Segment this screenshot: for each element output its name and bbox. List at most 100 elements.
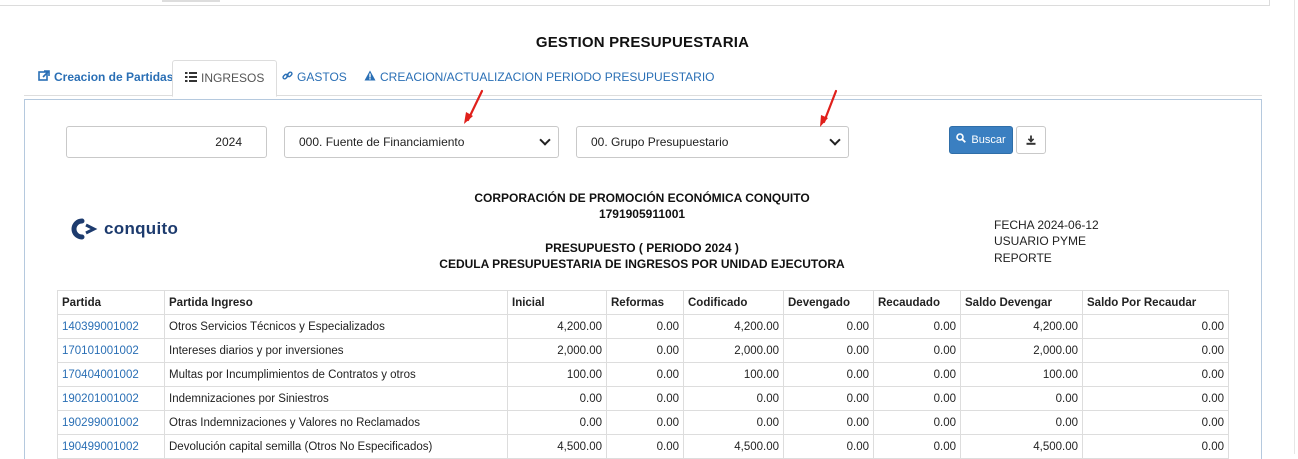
table-row: 170404001002 Multas por Incumplimientos d…	[57, 362, 1229, 387]
table-row: 190499001002 Devolución capital semilla (…	[57, 434, 1229, 459]
search-icon	[956, 133, 969, 146]
report-period-title: PRESUPUESTO ( PERIODO 2024 )	[545, 241, 739, 255]
amount-cell: 0.00	[507, 386, 607, 411]
partida-link[interactable]: 170101001002	[62, 345, 139, 357]
amount-cell: 100.00	[683, 362, 784, 387]
amount-cell: 4,200.00	[960, 314, 1083, 339]
amount-cell: 0.00	[1082, 410, 1229, 435]
amount-cell: 0.00	[606, 362, 684, 387]
table-row: 140399001002 Otros Servicios Técnicos y E…	[57, 314, 1229, 339]
amount-cell: 0.00	[873, 386, 961, 411]
partida-cell: 190201001002	[57, 386, 165, 411]
amount-cell: 0.00	[1082, 314, 1229, 339]
tab-label: Creacion de Partidas	[54, 70, 174, 84]
partida-ingreso-cell: Intereses diarios y por inversiones	[164, 338, 508, 363]
column-header: Partida	[57, 290, 165, 315]
amount-cell: 0.00	[873, 434, 961, 459]
amount-cell: 0.00	[683, 410, 784, 435]
amount-cell: 0.00	[606, 338, 684, 363]
column-header: Devengado	[783, 290, 874, 315]
ingresos-table: Partida Partida Ingreso Inicial Reformas…	[57, 290, 1229, 459]
amount-cell: 2,000.00	[507, 338, 607, 363]
fuente-selected-value: 000. Fuente de Financiamiento	[299, 135, 465, 149]
list-icon	[185, 62, 197, 96]
scrollbar-edge	[1294, 0, 1295, 454]
partida-cell: 190299001002	[57, 410, 165, 435]
amount-cell: 4,200.00	[507, 314, 607, 339]
column-header: Inicial	[507, 290, 607, 315]
partida-link[interactable]: 190299001002	[62, 417, 139, 429]
amount-cell: 0.00	[873, 314, 961, 339]
annotation-arrow-icon	[820, 89, 838, 127]
amount-cell: 0.00	[873, 338, 961, 363]
amount-cell: 4,200.00	[683, 314, 784, 339]
amount-cell: 0.00	[783, 362, 874, 387]
search-button-label: Buscar	[971, 134, 1006, 146]
fuente-financiamiento-select[interactable]: 000. Fuente de Financiamiento	[284, 126, 559, 158]
amount-cell: 0.00	[1082, 386, 1229, 411]
tab-bar: Creacion de Partidas INGRESOS GASTOS CRE…	[24, 60, 1262, 97]
grupo-presupuestario-select[interactable]: 00. Grupo Presupuestario	[576, 126, 849, 158]
report-ruc: 1791905911001	[598, 207, 686, 221]
amount-cell: 2,000.00	[960, 338, 1083, 363]
partida-cell: 170101001002	[57, 338, 165, 363]
report-company-name: CORPORACIÓN DE PROMOCIÓN ECONÓMICA CONQU…	[474, 191, 810, 205]
chevron-down-icon	[539, 134, 551, 146]
amount-cell: 0.00	[507, 410, 607, 435]
amount-cell: 0.00	[1082, 362, 1229, 387]
partida-link[interactable]: 190201001002	[62, 393, 139, 405]
amount-cell: 4,500.00	[960, 434, 1083, 459]
tab-label: GASTOS	[297, 70, 347, 84]
amount-cell: 100.00	[507, 362, 607, 387]
report-fecha: FECHA 2024-06-12	[994, 218, 1099, 232]
amount-cell: 2,000.00	[683, 338, 784, 363]
amount-cell: 0.00	[606, 410, 684, 435]
partida-cell: 170404001002	[57, 362, 165, 387]
amount-cell: 0.00	[873, 362, 961, 387]
amount-cell: 0.00	[783, 410, 874, 435]
tab-label: CREACION/ACTUALIZACION PERIODO PRESUPUES…	[380, 70, 715, 84]
top-bar	[0, 0, 1270, 6]
partida-ingreso-cell: Devolución capital semilla (Otros No Esp…	[164, 434, 508, 459]
link-icon	[282, 61, 293, 95]
amount-cell: 0.00	[606, 314, 684, 339]
amount-cell: 0.00	[783, 314, 874, 339]
column-header: Partida Ingreso	[164, 290, 508, 315]
partida-ingreso-cell: Otras Indemnizaciones y Valores no Recla…	[164, 410, 508, 435]
tab-creacion-periodo[interactable]: CREACION/ACTUALIZACION PERIODO PRESUPUES…	[352, 60, 727, 96]
table-row: 190201001002 Indemnizaciones por Siniestr…	[57, 386, 1229, 411]
amount-cell: 0.00	[960, 410, 1083, 435]
amount-cell: 4,500.00	[507, 434, 607, 459]
amount-cell: 0.00	[1082, 434, 1229, 459]
conquito-logo-mark-icon	[71, 218, 98, 240]
partida-ingreso-cell: Indemnizaciones por Siniestros	[164, 386, 508, 411]
amount-cell: 0.00	[783, 434, 874, 459]
tab-gastos[interactable]: GASTOS	[270, 60, 359, 96]
amount-cell: 0.00	[783, 338, 874, 363]
page-title: GESTION PRESUPUESTARIA	[535, 34, 750, 51]
logo-text: conquito	[104, 219, 179, 238]
table-row: 170101001002 Intereses diarios y por inve…	[57, 338, 1229, 363]
column-header: Reformas	[606, 290, 684, 315]
tab-creacion-partidas[interactable]: Creacion de Partidas	[26, 60, 185, 96]
amount-cell: 0.00	[783, 386, 874, 411]
partida-link[interactable]: 140399001002	[62, 321, 139, 333]
top-bar-tab-stub	[162, 0, 220, 2]
search-button[interactable]: Buscar	[949, 126, 1013, 154]
amount-cell: 0.00	[960, 386, 1083, 411]
column-header: Saldo Por Recaudar	[1082, 290, 1229, 315]
tab-label: INGRESOS	[201, 71, 265, 85]
partida-link[interactable]: 170404001002	[62, 369, 139, 381]
partida-link[interactable]: 190499001002	[62, 441, 139, 453]
amount-cell: 0.00	[1082, 338, 1229, 363]
tab-ingresos[interactable]: INGRESOS	[172, 60, 278, 97]
amount-cell: 0.00	[873, 410, 961, 435]
download-button[interactable]	[1016, 126, 1046, 154]
amount-cell: 0.00	[683, 386, 784, 411]
table-header-row: Partida Partida Ingreso Inicial Reformas…	[57, 290, 1229, 315]
annotation-arrow-icon	[464, 89, 484, 124]
partida-ingreso-cell: Multas por Incumplimientos de Contratos …	[164, 362, 508, 387]
amount-cell: 100.00	[960, 362, 1083, 387]
year-input[interactable]	[66, 126, 267, 158]
chevron-down-icon	[829, 134, 841, 146]
